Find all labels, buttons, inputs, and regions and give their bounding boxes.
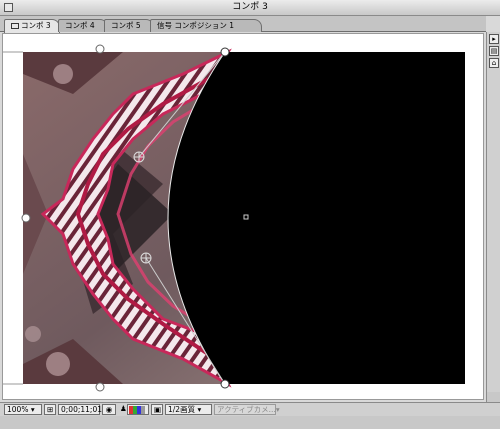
tab-label: コンポ 3	[21, 21, 51, 30]
zoom-menu[interactable]: 100% ▾	[4, 404, 42, 415]
window-bottom-edge	[0, 416, 500, 429]
close-box-icon[interactable]	[4, 3, 13, 12]
resolution-menu[interactable]: 1/2画質 ▾	[165, 404, 212, 415]
camera-snapshot-icon[interactable]: ◉	[102, 404, 116, 415]
window-title-bar[interactable]: コンポ 3	[0, 0, 500, 16]
panel-menu-icon[interactable]: ▸	[489, 34, 499, 44]
composition-canvas[interactable]	[3, 34, 483, 399]
dropdown-arrow-icon: ▾	[275, 405, 280, 414]
transparency-grid-icon[interactable]: ▣	[151, 404, 163, 415]
tab-label: コンポ 4	[65, 21, 95, 30]
camera-value: アクティブカメ...	[217, 405, 276, 414]
channel-color-icon[interactable]	[127, 404, 149, 415]
mask-vertex-icon[interactable]	[220, 47, 230, 57]
mask-vertex-icon[interactable]	[220, 379, 230, 389]
tab-label: コンポ 5	[111, 21, 141, 30]
dropdown-arrow-icon: ▾	[197, 405, 202, 414]
comp-tab-bar: コンポ 3 コンポ 4 コンポ 5 信号 コンポジション 1	[0, 16, 486, 33]
viewer-status-bar: 100% ▾ ⊞ 0;00;11;01 ◉ ♟ ▣ 1/2画質 ▾ アクティブカ…	[0, 402, 500, 416]
resolution-value: 1/2画質	[168, 405, 196, 414]
region-icon[interactable]: ⊞	[44, 404, 56, 415]
dropdown-arrow-icon: ▾	[30, 405, 35, 414]
timecode-field[interactable]: 0;00;11;01	[58, 404, 102, 415]
comp-tab-icon	[11, 23, 19, 29]
zoom-value: 100%	[7, 405, 29, 414]
tab-signal-comp-1[interactable]: 信号 コンポジション 1	[150, 19, 262, 32]
composition-viewer[interactable]	[2, 33, 484, 400]
flowchart-icon[interactable]: ▤	[489, 46, 499, 56]
timecode-value: 0;00;11;01	[61, 405, 102, 414]
show-snapshot-icon[interactable]: ♟	[118, 404, 127, 415]
tab-comp-3[interactable]: コンポ 3	[4, 19, 60, 33]
mask-shape[interactable]	[168, 52, 465, 384]
tab-comp-4[interactable]: コンポ 4	[58, 19, 108, 32]
tab-label: 信号 コンポジション 1	[157, 21, 235, 30]
tab-comp-5[interactable]: コンポ 5	[104, 19, 154, 32]
lock-icon[interactable]: ⌂	[489, 58, 499, 68]
panel-side-strip: ▸ ▤ ⌂	[486, 32, 500, 402]
scroll-corner	[486, 392, 500, 402]
active-camera-menu[interactable]: アクティブカメ...▾	[214, 404, 280, 415]
window-title: コンポ 3	[232, 2, 268, 12]
